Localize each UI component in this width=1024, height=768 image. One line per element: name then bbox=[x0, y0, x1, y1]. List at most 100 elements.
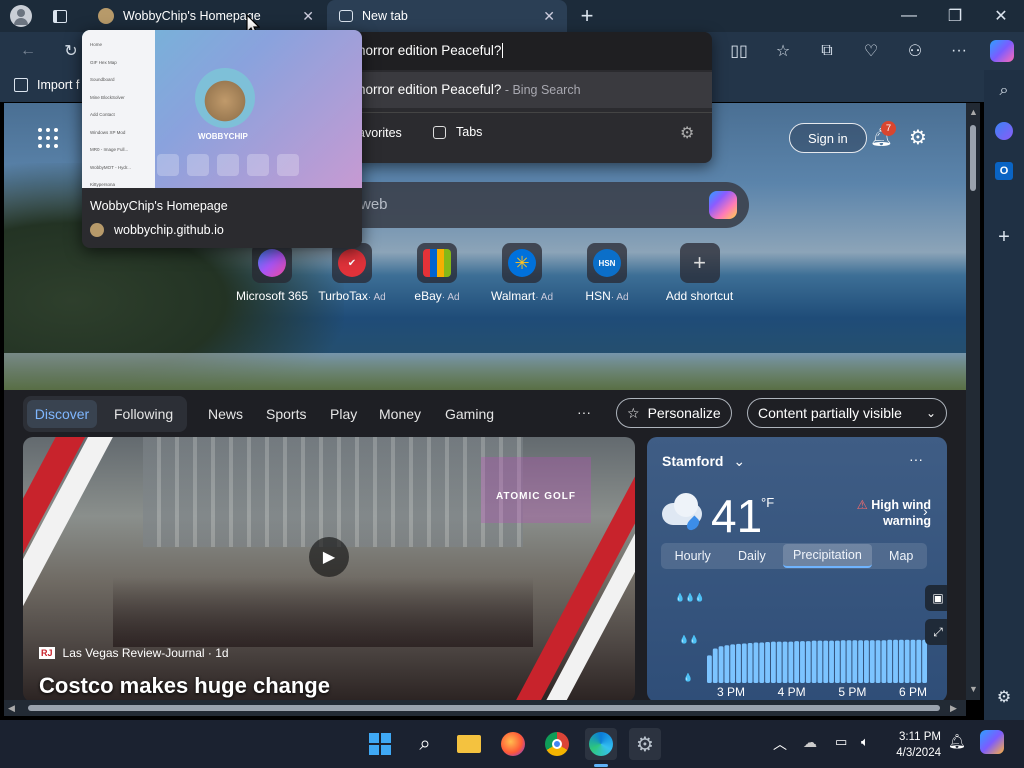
notification-badge: 7 bbox=[881, 121, 896, 136]
search-icon[interactable]: ⌕ bbox=[993, 80, 1015, 102]
add-sidebar-app-icon[interactable]: + bbox=[993, 226, 1015, 248]
site-favicon bbox=[90, 223, 104, 237]
onedrive-icon[interactable]: ☁ bbox=[803, 734, 817, 751]
weather-alert[interactable]: ⚠ High wind warning bbox=[841, 497, 931, 529]
taskbar-search-icon[interactable]: ⌕ bbox=[409, 728, 441, 760]
suggestion-row[interactable]: horror edition Peaceful? - Bing Search bbox=[355, 72, 712, 108]
settings-app-icon[interactable]: ⚙ bbox=[629, 728, 661, 760]
volume-icon[interactable]: 🔈︎ bbox=[861, 734, 869, 750]
omnibox-settings-icon[interactable]: ⚙ bbox=[680, 123, 694, 143]
sign-in-button[interactable]: Sign in bbox=[789, 123, 867, 153]
add-shortcut-button[interactable]: + Add shortcut bbox=[652, 243, 747, 303]
chevron-right-icon[interactable]: › bbox=[923, 503, 928, 519]
map-view-icon[interactable]: ▣ bbox=[925, 585, 947, 611]
play-video-icon[interactable]: ▶ bbox=[309, 537, 349, 577]
profile-avatar[interactable] bbox=[10, 5, 32, 27]
precip-bar bbox=[904, 639, 910, 683]
precip-bar bbox=[770, 641, 776, 683]
copilot-taskbar-icon[interactable] bbox=[980, 730, 1004, 754]
back-icon[interactable]: ← bbox=[17, 40, 39, 62]
firefox-icon[interactable] bbox=[497, 728, 529, 760]
tab-discover[interactable]: Discover bbox=[27, 400, 97, 428]
copilot-icon[interactable] bbox=[990, 40, 1014, 62]
copilot-search-icon[interactable] bbox=[709, 191, 737, 219]
nav-money[interactable]: Money bbox=[379, 406, 421, 422]
weather-more-icon[interactable]: ··· bbox=[909, 451, 923, 467]
vertical-scrollbar[interactable]: ▲ ▼ bbox=[966, 103, 980, 700]
scroll-left-arrow[interactable]: ◀ bbox=[8, 703, 15, 714]
add-favorite-icon[interactable]: ☆ bbox=[772, 40, 794, 62]
nav-play[interactable]: Play bbox=[330, 406, 357, 422]
news-card[interactable]: ATOMIC GOLF ▶ RJ Las Vegas Review-Journa… bbox=[23, 437, 635, 700]
file-explorer-icon[interactable] bbox=[453, 728, 485, 760]
preview-menu-item: Windows XP Mod bbox=[90, 129, 126, 135]
more-menu-icon[interactable]: ··· bbox=[948, 40, 970, 62]
split-screen-icon[interactable]: ▯▯ bbox=[728, 40, 750, 62]
walmart-icon: ✳ bbox=[502, 243, 542, 283]
news-headline[interactable]: Costco makes huge change bbox=[39, 673, 330, 699]
close-tab-icon[interactable]: ✕ bbox=[543, 8, 555, 25]
network-icon[interactable]: ▭ bbox=[835, 734, 847, 750]
close-tab-icon[interactable]: ✕ bbox=[302, 8, 314, 25]
precip-bar bbox=[759, 642, 765, 683]
expand-icon[interactable]: ⤢ bbox=[925, 619, 947, 645]
shortcut-hsn[interactable]: HSN HSN· Ad bbox=[567, 243, 647, 303]
collections-icon[interactable]: ⧉ bbox=[816, 40, 838, 62]
nav-sports[interactable]: Sports bbox=[266, 406, 306, 422]
tab-actions-icon[interactable] bbox=[49, 5, 71, 27]
tab-new-tab[interactable]: New tab ✕ bbox=[327, 0, 567, 32]
tab-wobbychip[interactable]: WobbyChip's Homepage ✕ bbox=[86, 0, 326, 32]
minimize-icon[interactable]: — bbox=[898, 5, 920, 27]
nav-gaming[interactable]: Gaming bbox=[445, 406, 494, 422]
start-button[interactable] bbox=[364, 728, 396, 760]
address-input[interactable]: horror edition Peaceful? bbox=[355, 32, 712, 70]
chrome-icon[interactable] bbox=[541, 728, 573, 760]
weather-tab-daily[interactable]: Daily bbox=[728, 545, 776, 567]
refresh-icon[interactable]: ↻ bbox=[60, 40, 82, 62]
shortcut-turbotax[interactable]: ✔ TurboTax· Ad bbox=[312, 243, 392, 303]
restore-icon[interactable]: ❐ bbox=[944, 5, 966, 27]
content-visibility-dropdown[interactable]: Content partially visible ⌄ bbox=[747, 398, 947, 428]
browser-essentials-icon[interactable]: ♡ bbox=[860, 40, 882, 62]
weather-tab-precipitation[interactable]: Precipitation bbox=[783, 544, 872, 568]
app-launcher-icon[interactable] bbox=[38, 128, 58, 148]
temperature-unit[interactable]: °F bbox=[761, 495, 774, 510]
weather-card[interactable]: Stamford ⌄ ··· 41 °F ⚠ High wind warning… bbox=[647, 437, 947, 700]
h-scroll-thumb[interactable] bbox=[28, 705, 940, 711]
page-preview: Home GIF Hex Map Soundboard Mine BlockSo… bbox=[82, 30, 362, 188]
shortcut-walmart[interactable]: ✳ Walmart· Ad bbox=[482, 243, 562, 303]
tab-title: WobbyChip's Homepage bbox=[123, 9, 261, 23]
nav-news[interactable]: News bbox=[208, 406, 243, 422]
weather-tab-map[interactable]: Map bbox=[879, 545, 923, 567]
more-nav-icon[interactable]: ··· bbox=[577, 404, 591, 420]
personalize-button[interactable]: ☆ Personalize bbox=[616, 398, 732, 428]
new-tab-button[interactable]: + bbox=[576, 3, 598, 28]
tab-following[interactable]: Following bbox=[114, 406, 173, 422]
filter-favorites[interactable]: avorites bbox=[358, 126, 402, 140]
horizontal-scrollbar[interactable]: ◀ ▶ bbox=[4, 700, 966, 716]
scroll-right-arrow[interactable]: ▶ bbox=[950, 703, 957, 714]
show-hidden-icons[interactable]: ︿ bbox=[773, 734, 787, 754]
weather-tab-hourly[interactable]: Hourly bbox=[665, 545, 721, 567]
precip-bar bbox=[730, 644, 736, 683]
notification-center-icon[interactable]: 🔔︎ bbox=[948, 733, 966, 750]
filter-tabs[interactable]: Tabs bbox=[433, 125, 482, 139]
scroll-up-arrow[interactable]: ▲ bbox=[969, 107, 978, 117]
edge-icon[interactable] bbox=[585, 728, 617, 760]
shortcut-microsoft-365[interactable]: Microsoft 365 bbox=[232, 243, 312, 303]
shortcut-ebay[interactable]: eBay· Ad bbox=[397, 243, 477, 303]
scroll-down-arrow[interactable]: ▼ bbox=[969, 684, 978, 694]
outlook-icon[interactable]: O bbox=[995, 162, 1013, 180]
extensions-icon[interactable]: ⚇ bbox=[904, 40, 926, 62]
close-window-icon[interactable]: ✕ bbox=[990, 5, 1012, 27]
clock[interactable]: 3:11 PM 4/3/2024 bbox=[893, 729, 941, 761]
web-search-box[interactable]: web bbox=[304, 182, 749, 228]
location-selector[interactable]: Stamford ⌄ bbox=[662, 453, 745, 470]
content-visibility-label: Content partially visible bbox=[758, 405, 902, 421]
scroll-thumb[interactable] bbox=[970, 125, 976, 191]
sidebar-settings-icon[interactable]: ⚙ bbox=[993, 686, 1015, 708]
clock-date: 4/3/2024 bbox=[896, 747, 941, 759]
page-settings-icon[interactable]: ⚙ bbox=[909, 125, 927, 150]
copilot-sidebar-icon[interactable] bbox=[995, 122, 1013, 140]
import-favorites-button[interactable]: Import f bbox=[14, 78, 79, 92]
